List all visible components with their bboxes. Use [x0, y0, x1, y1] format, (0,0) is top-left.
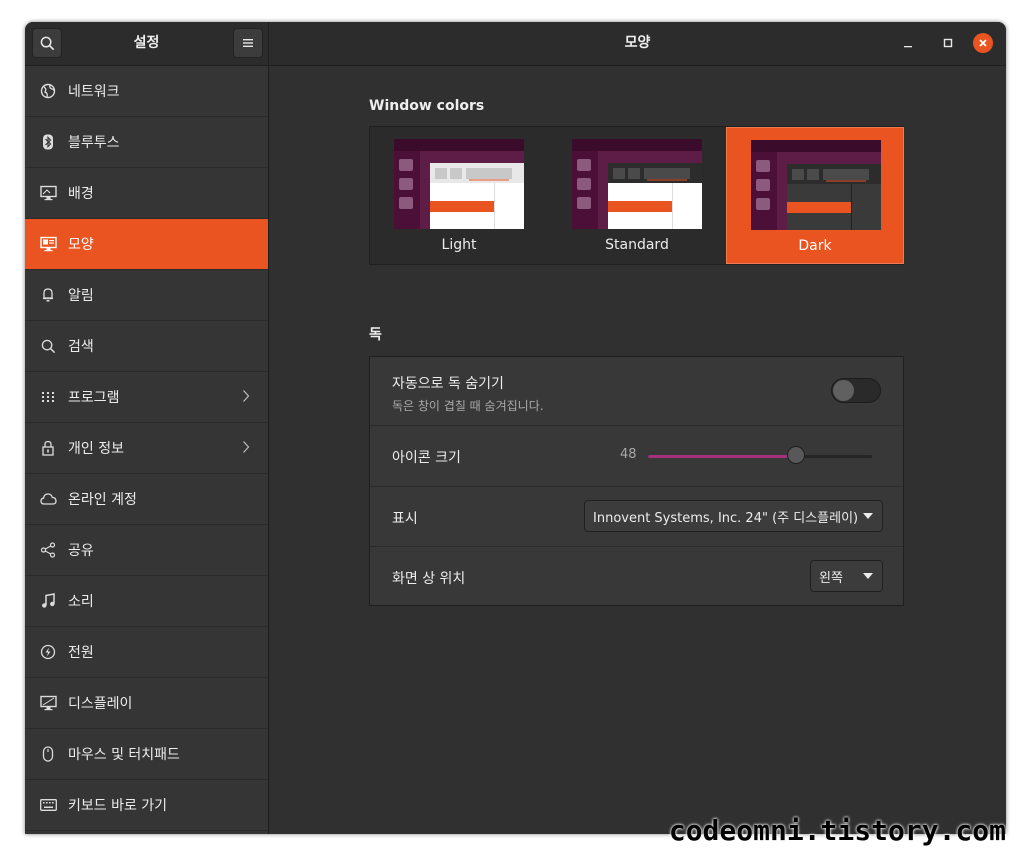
- color-option-light[interactable]: Light: [370, 127, 548, 264]
- dock-autohide-toggle[interactable]: [831, 378, 881, 403]
- sidebar-item-mouse-touchpad[interactable]: 마우스 및 터치패드: [25, 729, 268, 780]
- sidebar-item-network[interactable]: 네트워크: [25, 66, 268, 117]
- icon-size-slider-track[interactable]: [648, 455, 872, 458]
- sidebar-item-label: 프로그램: [68, 390, 120, 406]
- sidebar-item-label: 개인 정보: [68, 441, 124, 457]
- sidebar-item-sharing[interactable]: 공유: [25, 525, 268, 576]
- sidebar-item-label: 디스플레이: [68, 696, 133, 712]
- sidebar-item-label: 키보드 바로 가기: [68, 798, 168, 814]
- apps-grid-icon: [39, 388, 57, 406]
- sidebar-item-label: 블루투스: [68, 135, 120, 151]
- appearance-panel: Window colors Light Standard Dark 독 자동으로…: [269, 66, 1006, 834]
- sidebar-item-label: 알림: [68, 288, 94, 304]
- share-icon: [39, 541, 57, 559]
- sidebar-item-privacy[interactable]: 개인 정보: [25, 423, 268, 474]
- color-option-label: Light: [441, 237, 477, 253]
- dropdown-arrow-icon: [863, 573, 873, 579]
- sidebar-item-label: 검색: [68, 339, 94, 355]
- settings-window: 설정 모양 네트워크 블루투스 배경 모양 알림 검색 프로그램 개인 정보 온…: [25, 22, 1006, 834]
- minimize-icon: [904, 46, 912, 48]
- dark-theme-thumbnail: [751, 140, 881, 230]
- dock-icon-size-row: 아이콘 크기 48: [370, 426, 903, 486]
- color-option-label: Standard: [605, 237, 669, 253]
- dock-display-dropdown[interactable]: Innovent Systems, Inc. 24" (주 디스플레이): [584, 500, 883, 532]
- close-icon: [979, 39, 987, 47]
- globe-icon: [39, 82, 57, 100]
- window-colors-title: Window colors: [369, 98, 485, 114]
- minimize-button[interactable]: [898, 33, 918, 53]
- sidebar-item-background[interactable]: 배경: [25, 168, 268, 219]
- light-theme-thumbnail: [394, 139, 524, 229]
- dock-autohide-label: 자동으로 독 숨기기: [392, 376, 504, 392]
- sidebar-item-label: 전원: [68, 645, 94, 661]
- sidebar-item-notifications[interactable]: 알림: [25, 270, 268, 321]
- color-option-dark[interactable]: Dark: [726, 127, 904, 264]
- sidebar-item-search[interactable]: 검색: [25, 321, 268, 372]
- dock-position-selected: 왼쪽: [819, 570, 843, 586]
- monitor-icon: [39, 184, 57, 202]
- search-icon: [40, 36, 54, 50]
- content-header: 모양: [269, 22, 1006, 66]
- dock-display-selected: Innovent Systems, Inc. 24" (주 디스플레이): [593, 510, 859, 526]
- keyboard-icon: [39, 796, 57, 814]
- dock-icon-size-label: 아이콘 크기: [392, 450, 461, 466]
- sidebar-item-label: 배경: [68, 186, 94, 202]
- search-icon: [39, 337, 57, 355]
- chevron-right-icon: [242, 439, 250, 458]
- icon-size-slider-handle[interactable]: [787, 446, 805, 464]
- sidebar-item-label: 공유: [68, 543, 94, 559]
- chevron-right-icon: [242, 388, 250, 407]
- watermark-text: codeomni.tistory.com: [668, 814, 1006, 847]
- maximize-button[interactable]: [938, 33, 958, 53]
- toggle-knob: [833, 380, 854, 401]
- sidebar-header: 설정: [25, 22, 269, 66]
- dock-display-label: 표시: [392, 511, 418, 527]
- bluetooth-icon: [39, 133, 57, 151]
- icon-size-slider-fill: [648, 455, 796, 458]
- sidebar-item-appearance[interactable]: 모양: [25, 219, 268, 270]
- sidebar-item-applications[interactable]: 프로그램: [25, 372, 268, 423]
- search-button[interactable]: [32, 28, 62, 58]
- hamburger-menu-icon: [243, 39, 253, 47]
- sidebar-item-label: 소리: [68, 594, 94, 610]
- sidebar-item-label: 온라인 계정: [68, 492, 137, 508]
- cloud-icon: [39, 490, 57, 508]
- sidebar-item-displays[interactable]: 디스플레이: [25, 678, 268, 729]
- mouse-icon: [39, 745, 57, 763]
- sidebar-item-label: 마우스 및 터치패드: [68, 747, 180, 763]
- bell-icon: [39, 286, 57, 304]
- sidebar-item-bluetooth[interactable]: 블루투스: [25, 117, 268, 168]
- dock-position-row: 화면 상 위치 왼쪽: [370, 547, 903, 606]
- dock-autohide-row: 자동으로 독 숨기기 독은 창이 겹칠 때 숨겨집니다.: [370, 357, 903, 425]
- maximize-icon: [943, 38, 953, 48]
- icon-size-value: 48: [620, 447, 637, 462]
- dock-position-dropdown[interactable]: 왼쪽: [810, 560, 883, 592]
- color-option-label: Dark: [798, 238, 832, 254]
- sidebar-item-label: 네트워크: [68, 84, 120, 100]
- power-icon: [39, 643, 57, 661]
- color-option-standard[interactable]: Standard: [548, 127, 726, 264]
- dock-autohide-description: 독은 창이 겹칠 때 숨겨집니다.: [392, 399, 544, 413]
- display-icon: [39, 694, 57, 712]
- sidebar-item-online-accounts[interactable]: 온라인 계정: [25, 474, 268, 525]
- dropdown-arrow-icon: [863, 513, 873, 519]
- dock-display-row: 표시 Innovent Systems, Inc. 24" (주 디스플레이): [370, 487, 903, 546]
- sidebar-item-sound[interactable]: 소리: [25, 576, 268, 627]
- sidebar-item-power[interactable]: 전원: [25, 627, 268, 678]
- sidebar-item-keyboard-shortcuts[interactable]: 키보드 바로 가기: [25, 780, 268, 831]
- page-title: 모양: [624, 35, 651, 51]
- standard-theme-thumbnail: [572, 139, 702, 229]
- menu-button[interactable]: [233, 28, 263, 58]
- close-button[interactable]: [973, 33, 993, 53]
- sidebar-title: 설정: [133, 35, 160, 51]
- lock-icon: [39, 439, 57, 457]
- dock-settings-list: 자동으로 독 숨기기 독은 창이 겹칠 때 숨겨집니다. 아이콘 크기 48 표…: [369, 356, 904, 606]
- sidebar-item-label: 모양: [68, 237, 94, 253]
- dock-position-label: 화면 상 위치: [392, 571, 466, 587]
- sidebar: 네트워크 블루투스 배경 모양 알림 검색 프로그램 개인 정보 온라인 계정 …: [25, 66, 269, 834]
- music-note-icon: [39, 592, 57, 610]
- appearance-icon: [39, 235, 57, 253]
- window-colors-selector: Light Standard Dark: [369, 126, 904, 265]
- dock-section-title: 독: [369, 327, 382, 343]
